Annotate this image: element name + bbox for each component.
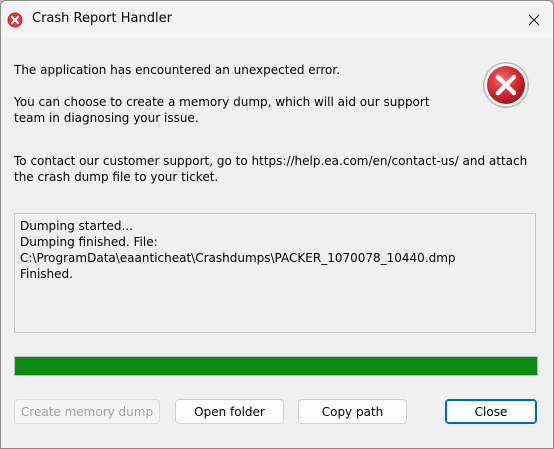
error-message: The application has encountered an unexp… — [14, 63, 341, 77]
dump-info-line-1: You can choose to create a memory dump, … — [14, 95, 430, 109]
close-button[interactable]: Close — [445, 399, 537, 424]
support-info-line-1: To contact our customer support, go to h… — [14, 154, 528, 168]
progress-fill — [15, 357, 537, 375]
title-bar[interactable]: Crash Report Handler — [1, 1, 553, 39]
log-line: Dumping finished. File: — [20, 235, 158, 249]
copy-path-button[interactable]: Copy path — [298, 399, 407, 424]
dump-info-line-2: team in diagnosing your issue. — [14, 111, 199, 125]
error-icon — [7, 12, 23, 28]
support-info-line-2: the crash dump file to your ticket. — [14, 170, 219, 184]
open-folder-button[interactable]: Open folder — [175, 399, 284, 424]
create-memory-dump-button[interactable]: Create memory dump — [14, 399, 160, 424]
crash-report-dialog: Crash Report Handler The application has… — [0, 0, 554, 449]
log-line: Dumping started... — [20, 219, 133, 233]
dump-log-box[interactable]: Dumping started... Dumping finished. Fil… — [14, 213, 536, 333]
window-title: Crash Report Handler — [32, 11, 172, 26]
log-line: Finished. — [20, 267, 73, 281]
error-icon — [482, 61, 530, 109]
close-icon[interactable] — [519, 7, 549, 33]
dump-progress-bar — [14, 356, 538, 376]
log-line: C:\ProgramData\eaanticheat\Crashdumps\PA… — [20, 251, 456, 265]
